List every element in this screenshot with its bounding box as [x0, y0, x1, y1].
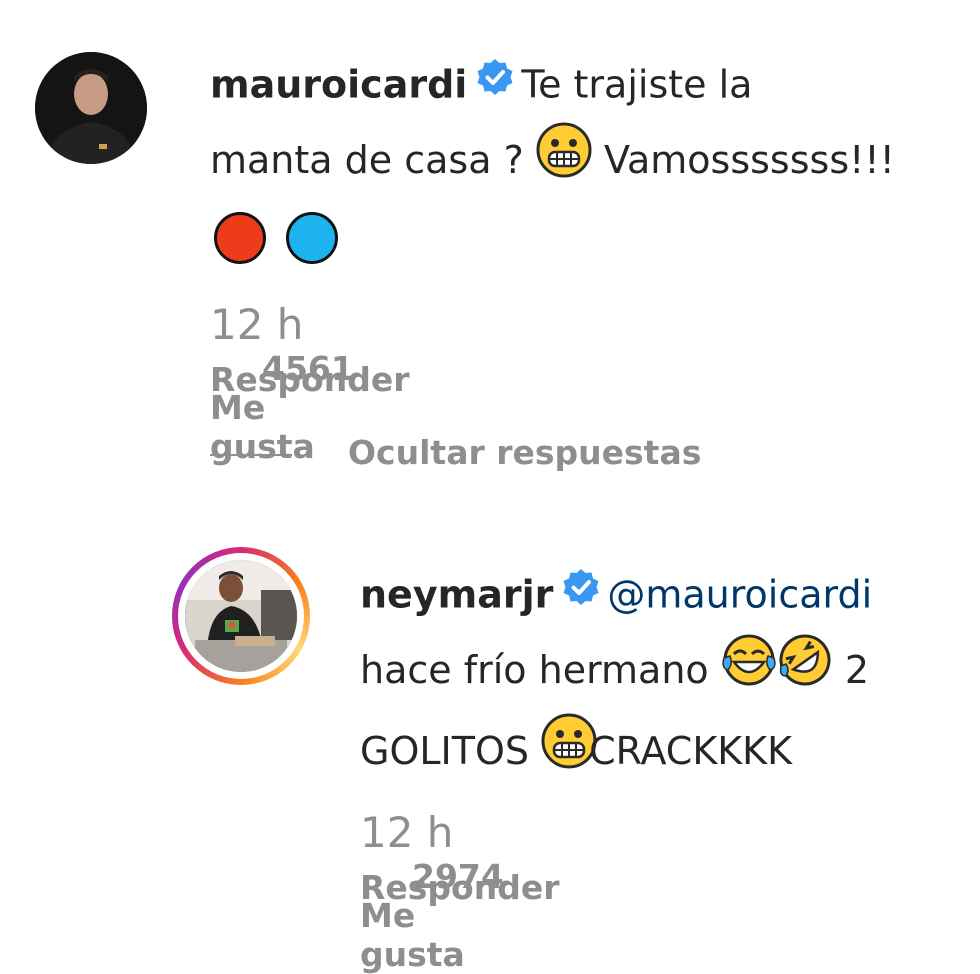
reply-line2a: GOLITOS: [360, 729, 529, 773]
comment-text: mauroicardi Te trajiste la manta de casa …: [210, 52, 970, 267]
reply-line1: hace frío hermano: [360, 648, 709, 692]
mention-link[interactable]: @mauroicardi: [607, 573, 872, 617]
username[interactable]: neymarjr: [360, 573, 553, 617]
comment-line2b: Vamosssssss!!!: [603, 138, 895, 182]
comment-line1: Te trajiste la: [521, 62, 753, 107]
avatar-mauroicardi[interactable]: [35, 52, 147, 164]
rolling-laughing-icon: [777, 632, 833, 707]
grinning-face-icon: [536, 122, 592, 197]
profile-photo-icon: [185, 560, 297, 672]
reply-line2b: CRACKKKK: [589, 729, 793, 773]
timestamp[interactable]: 12 h: [210, 300, 303, 349]
timestamp[interactable]: 12 h: [360, 808, 453, 857]
reply-text: neymarjr @mauroicardi hace frío hermano 2…: [360, 562, 975, 794]
verified-badge-icon: [561, 562, 601, 626]
hide-replies-divider: [210, 454, 292, 456]
reply-line1-end: 2: [844, 648, 870, 692]
profile-photo-icon: [35, 52, 147, 164]
verified-badge-icon: [475, 52, 515, 116]
red-circle-icon: [214, 211, 266, 264]
reply-button[interactable]: Responder: [210, 360, 410, 399]
blue-circle-icon: [286, 211, 339, 264]
comment-line2a: manta de casa ?: [210, 138, 524, 182]
avatar-neymarjr[interactable]: [185, 560, 297, 672]
username[interactable]: mauroicardi: [210, 63, 467, 107]
tears-of-joy-icon: [721, 632, 777, 707]
reply-button[interactable]: Responder: [360, 868, 560, 907]
hide-replies-button[interactable]: Ocultar respuestas: [348, 433, 701, 472]
